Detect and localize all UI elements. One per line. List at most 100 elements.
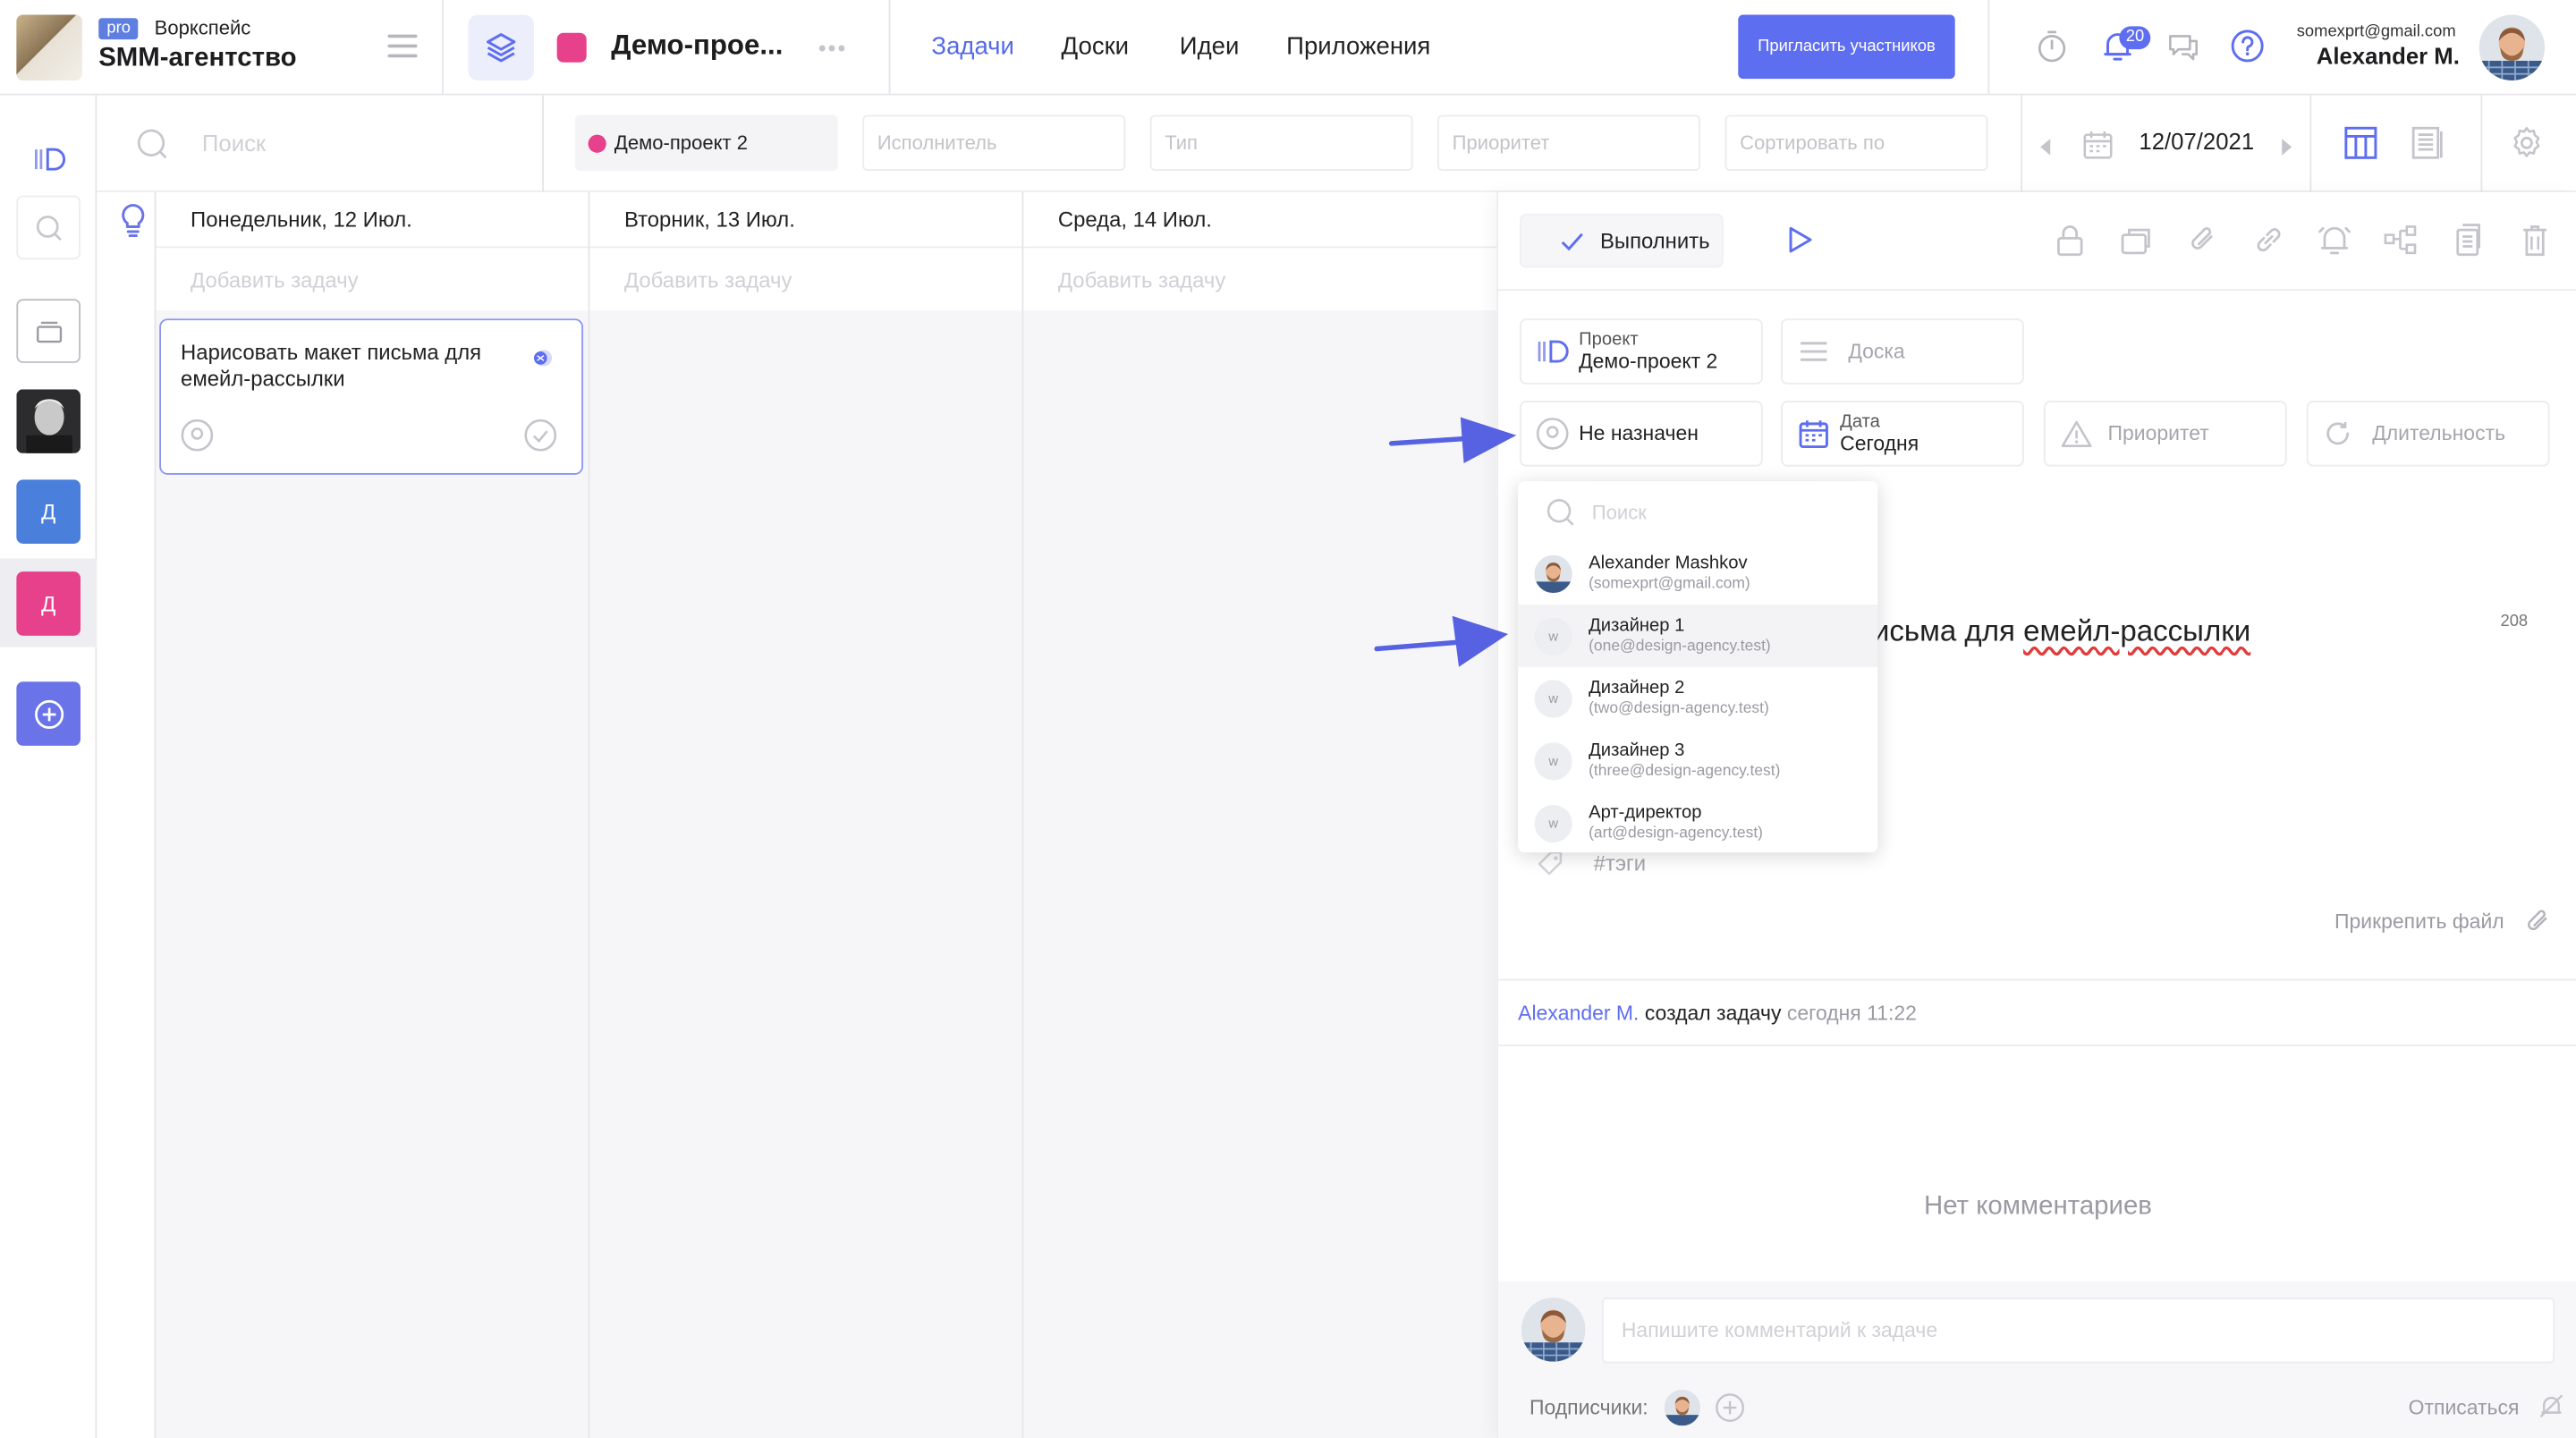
project-d-pink[interactable]: Д (16, 571, 80, 636)
prev-date-icon[interactable] (2038, 135, 2052, 165)
lock-icon[interactable] (2052, 222, 2088, 258)
bell-off-icon[interactable] (2538, 1393, 2564, 1428)
assignee-option[interactable]: w Дизайнер 3 (three@design-agency.test) (1518, 730, 1877, 792)
project-field-label: Проект (1579, 330, 1639, 351)
hamburger-menu-icon[interactable] (387, 34, 418, 58)
assignee-email: (one@design-agency.test) (1589, 637, 1771, 656)
assignee-filter[interactable]: Исполнитель (862, 114, 1126, 172)
reminder-bell-icon[interactable] (2317, 222, 2352, 258)
link-icon[interactable] (2250, 222, 2286, 258)
complete-task-button[interactable]: Выполнить (1519, 213, 1724, 268)
assignee-option[interactable]: w Дизайнер 2 (two@design-agency.test) (1518, 667, 1877, 730)
duration-field[interactable]: Длительность (2306, 401, 2550, 467)
task-card[interactable]: Нарисовать макет письма для емейл-рассыл… (159, 318, 584, 475)
panel-divider (1498, 978, 2576, 981)
assignee-field[interactable]: Не назначен (1519, 401, 1763, 467)
header-divider (1987, 0, 1990, 96)
tags-input[interactable]: #тэги (1594, 850, 1646, 875)
header-divider (888, 0, 891, 96)
search-icon[interactable] (16, 195, 80, 260)
date-field-label: Дата (1840, 412, 1880, 433)
workspace-logo[interactable] (16, 14, 82, 80)
invite-members-button[interactable]: Пригласить участников (1738, 14, 1955, 80)
calendar-icon[interactable] (2081, 128, 2114, 169)
activity-author[interactable]: Alexander M. (1518, 1002, 1639, 1025)
attachment-icon[interactable] (2185, 222, 2221, 258)
tag-icon (1536, 850, 1565, 887)
tab-apps[interactable]: Приложения (1286, 33, 1430, 61)
tab-tasks[interactable]: Задачи (931, 33, 1014, 61)
rail-letter: Д (41, 591, 56, 616)
add-subscriber-icon[interactable] (1716, 1393, 1745, 1431)
stopwatch-icon[interactable] (2034, 28, 2070, 63)
search-icon (1546, 498, 1575, 536)
unsubscribe-link[interactable]: Отписаться (2409, 1396, 2520, 1419)
duplicate-doc-icon[interactable] (2450, 222, 2486, 258)
rail-letter: Д (41, 499, 56, 524)
add-task-wednesday[interactable]: Добавить задачу (1023, 248, 1497, 311)
assignee-option[interactable]: w Дизайнер 1 (one@design-agency.test) (1518, 604, 1878, 667)
date-field-value: Сегодня (1840, 432, 1919, 455)
search-input[interactable]: Поиск (202, 130, 266, 156)
copy-cards-icon[interactable] (2118, 222, 2154, 258)
attach-file-link[interactable]: Прикрепить файл (2334, 910, 2504, 934)
assignee-email: (art@design-agency.test) (1589, 825, 1764, 843)
project-filter-label: Демо-проект 2 (614, 131, 748, 155)
sort-filter[interactable]: Сортировать по (1724, 114, 1988, 172)
priority-field[interactable]: Приоритет (2043, 401, 2287, 467)
activity-log-entry: Alexander M. создал задачу сегодня 11:22 (1518, 1002, 1917, 1025)
user-avatar[interactable] (2479, 14, 2546, 80)
help-icon[interactable] (2229, 28, 2265, 63)
current-date[interactable]: 12/07/2021 (2139, 128, 2254, 154)
comment-input[interactable]: Напишите комментарий к задаче (1601, 1298, 2555, 1364)
trash-icon[interactable] (2517, 222, 2553, 258)
project-filter-chip[interactable]: Демо-проект 2 (574, 114, 838, 172)
assignee-search-input[interactable]: Поиск (1592, 501, 1647, 524)
lightbulb-icon[interactable] (118, 202, 148, 247)
check-icon (1561, 232, 1583, 250)
tab-ideas[interactable]: Идеи (1180, 33, 1240, 61)
project-color-dot (588, 133, 606, 152)
more-dots-icon[interactable]: ••• (818, 36, 848, 59)
start-play-icon[interactable] (1786, 225, 1816, 263)
assignee-name: Дизайнер 2 (1589, 678, 1685, 698)
subscriber-avatar[interactable] (1664, 1389, 1701, 1426)
next-date-icon[interactable] (2280, 135, 2293, 165)
table-view-icon[interactable] (2343, 125, 2378, 170)
workspace-label: Воркспейс (154, 16, 251, 40)
type-filter[interactable]: Тип (1149, 114, 1413, 172)
inbox-icon[interactable] (16, 299, 80, 363)
workspace-name[interactable]: SMM-агентство (98, 45, 296, 74)
add-circle-icon[interactable] (16, 681, 80, 746)
header-divider (442, 0, 444, 96)
filter-divider (2480, 95, 2483, 192)
user-name[interactable]: Alexander M. (2317, 43, 2460, 69)
column-divider (1021, 191, 1024, 1438)
assignee-option[interactable]: Alexander Mashkov (somexprt@gmail.com) (1518, 542, 1877, 605)
project-board-icon[interactable] (16, 126, 80, 190)
board-field[interactable]: Доска (1781, 318, 2024, 385)
complete-check-icon[interactable] (524, 419, 557, 460)
no-comments-text: Нет комментариев (1923, 1192, 2152, 1221)
subtasks-tree-icon[interactable] (2382, 222, 2418, 258)
project-d-blue[interactable]: Д (16, 479, 80, 544)
layers-icon[interactable] (468, 14, 534, 80)
paperclip-icon[interactable] (2521, 905, 2555, 946)
tab-boards[interactable]: Доски (1062, 33, 1130, 61)
chat-icon[interactable] (2165, 28, 2201, 63)
project-title[interactable]: Демо-прое... (611, 30, 783, 63)
assignee-dropdown: Поиск Alexander Mashkov (somexprt@gmail.… (1518, 481, 1878, 854)
assignee-option[interactable]: w Арт-директор (art@design-agency.test) (1518, 791, 1877, 854)
assignee-user-icon[interactable] (181, 419, 214, 460)
notifications-count-badge: 20 (2119, 26, 2151, 50)
add-task-tuesday[interactable]: Добавить задачу (589, 248, 1022, 311)
task-title-text[interactable]: исьма для емейл-рассылки (1873, 614, 2250, 649)
team-avatar[interactable] (16, 389, 80, 453)
date-field[interactable]: Дата Сегодня (1781, 401, 2024, 467)
list-view-icon[interactable] (2410, 125, 2445, 170)
settings-gear-icon[interactable] (2509, 125, 2545, 170)
priority-filter[interactable]: Приоритет (1437, 114, 1701, 172)
add-task-monday[interactable]: Добавить задачу (156, 248, 589, 311)
project-field[interactable]: Проект Демо-проект 2 (1519, 318, 1763, 385)
workspace-pro-badge: pro (98, 18, 140, 40)
